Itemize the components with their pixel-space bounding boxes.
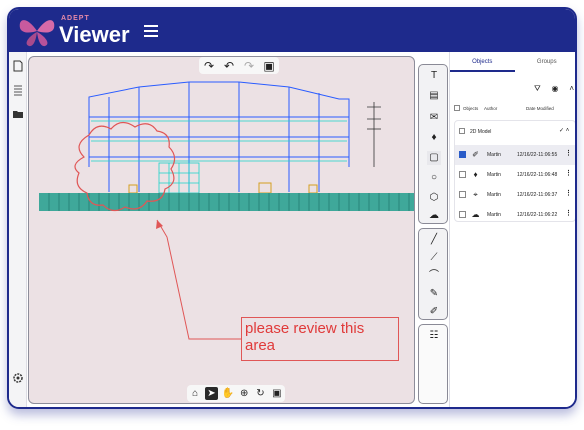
panel-tabs: Objects Groups: [450, 52, 576, 72]
object-type-icon: ⌖: [473, 190, 478, 199]
marker-icon[interactable]: ♦: [427, 131, 441, 145]
pen-icon[interactable]: ✎: [427, 287, 441, 301]
shape-tool-group: T ▤ ✉ ♦ ▢ ○ ⬡ ☁: [418, 64, 448, 224]
row-date: 12/16/22-11:06:37: [517, 192, 558, 198]
canvas-bottom-toolbar: ⌂ ➤ ✋ ⊕ ↻ ▣: [187, 385, 285, 402]
tab-objects[interactable]: Objects: [450, 52, 515, 72]
collapse-icon[interactable]: ✓ ˄: [559, 127, 569, 134]
more-icon[interactable]: ⋮: [565, 149, 572, 157]
row-author: Martin: [487, 152, 501, 158]
polygon-icon[interactable]: ⬡: [427, 191, 441, 205]
line-icon[interactable]: ╱: [427, 233, 441, 247]
settings-icon[interactable]: [12, 372, 24, 384]
object-type-icon: ♦: [473, 170, 478, 179]
select-icon[interactable]: ➤: [204, 387, 218, 400]
col-objects: Objects: [463, 106, 479, 111]
draw-tool-group: ╱ ⟋ ⌒ ✎ ✐: [418, 228, 448, 320]
model-checkbox[interactable]: [459, 128, 465, 134]
tab-groups[interactable]: Groups: [515, 52, 576, 72]
app-window: ADEPT Viewer ↷ ↶ ↷ ▣ please review this …: [7, 7, 577, 409]
arc-icon[interactable]: ⌒: [427, 269, 441, 283]
left-sidebar: [9, 52, 27, 407]
model-label: 2D Model: [470, 129, 492, 135]
cloud-icon[interactable]: ☁: [427, 209, 441, 223]
markup-toolbar: T ▤ ✉ ♦ ▢ ○ ⬡ ☁ ╱ ⟋ ⌒ ✎ ✐ ☷: [418, 56, 448, 404]
col-date-modified: Date Modified: [526, 106, 554, 111]
undo-icon[interactable]: ↶: [223, 60, 235, 72]
butterfly-logo-icon: [19, 20, 55, 47]
row-checkbox[interactable]: [459, 211, 466, 218]
objects-panel: Objects Groups ⛛ ◉ ˄ Objects Author Date…: [449, 52, 576, 407]
row-date: 12/16/22-11:06:55: [517, 152, 558, 158]
col-author: Author: [484, 106, 498, 111]
chevron-up-icon[interactable]: ˄: [569, 84, 574, 94]
model-header[interactable]: 2D Model ✓ ˄: [459, 127, 573, 137]
redo-icon[interactable]: ↷: [203, 60, 215, 72]
more-icon[interactable]: ⋮: [565, 169, 572, 177]
object-row[interactable]: ⌖ Martin 12/16/22-11:06:37 ⋮: [455, 185, 575, 205]
list-icon[interactable]: [12, 84, 24, 96]
circle-icon[interactable]: ○: [427, 171, 441, 185]
annotation-leader: [156, 219, 242, 340]
more-icon[interactable]: ⋮: [565, 189, 572, 197]
home-icon[interactable]: ⌂: [189, 387, 202, 400]
model-group: 2D Model ✓ ˄ ✐ Martin 12/16/22-11:06:55 …: [454, 120, 575, 225]
row-author: Martin: [487, 172, 501, 178]
canvas-top-toolbar: ↷ ↶ ↷ ▣: [199, 57, 279, 74]
object-row[interactable]: ☁ Martin 12/16/22-11:06:22 ⋮: [455, 205, 575, 225]
pan-icon[interactable]: ✋: [221, 387, 234, 400]
text-icon[interactable]: T: [427, 69, 441, 83]
app-title: Viewer: [59, 22, 130, 47]
file-icon[interactable]: [12, 60, 24, 72]
brand-tagline: ADEPT: [61, 15, 90, 22]
annotation-textbox[interactable]: please review this area: [241, 317, 399, 361]
row-date: 12/16/22-11:06:48: [517, 172, 558, 178]
select-all-checkbox[interactable]: [454, 105, 460, 111]
object-row[interactable]: ♦ Martin 12/16/22-11:06:48 ⋮: [455, 165, 575, 185]
menu-icon[interactable]: [144, 25, 158, 37]
filter-icon[interactable]: ⛛: [534, 84, 541, 94]
row-author: Martin: [487, 192, 501, 198]
object-type-icon: ☁: [471, 210, 480, 219]
app-header: ADEPT Viewer: [9, 9, 575, 52]
column-header: Objects Author Date Modified: [454, 104, 575, 114]
save-icon[interactable]: ▣: [263, 60, 275, 72]
panel-actions: ⛛ ◉ ˄: [534, 84, 574, 94]
more-icon[interactable]: ⋮: [565, 209, 572, 217]
row-checkbox[interactable]: [459, 191, 466, 198]
layers-icon[interactable]: ☷: [427, 329, 441, 343]
redo-disabled-icon[interactable]: ↷: [243, 60, 255, 72]
object-row[interactable]: ✐ Martin 12/16/22-11:06:55 ⋮: [455, 145, 575, 165]
row-date: 12/16/22-11:06:22: [517, 212, 558, 218]
sheet-thumbnail[interactable]: ☷: [418, 324, 448, 404]
row-checkbox[interactable]: [459, 171, 466, 178]
rectangle-icon[interactable]: ▢: [427, 151, 441, 165]
zoom-icon[interactable]: ⊕: [238, 387, 251, 400]
save-icon[interactable]: ▣: [270, 387, 283, 400]
row-author: Martin: [487, 212, 501, 218]
row-checkbox[interactable]: [459, 151, 466, 158]
folder-icon[interactable]: [12, 108, 24, 120]
measure-icon[interactable]: ⟋: [427, 251, 441, 265]
callout-icon[interactable]: ▤: [427, 89, 441, 103]
visibility-icon[interactable]: ◉: [552, 84, 559, 94]
erase-icon[interactable]: ✐: [427, 305, 441, 319]
rotate-icon[interactable]: ↻: [254, 387, 267, 400]
object-type-icon: ✐: [472, 150, 479, 159]
note-icon[interactable]: ✉: [427, 111, 441, 125]
